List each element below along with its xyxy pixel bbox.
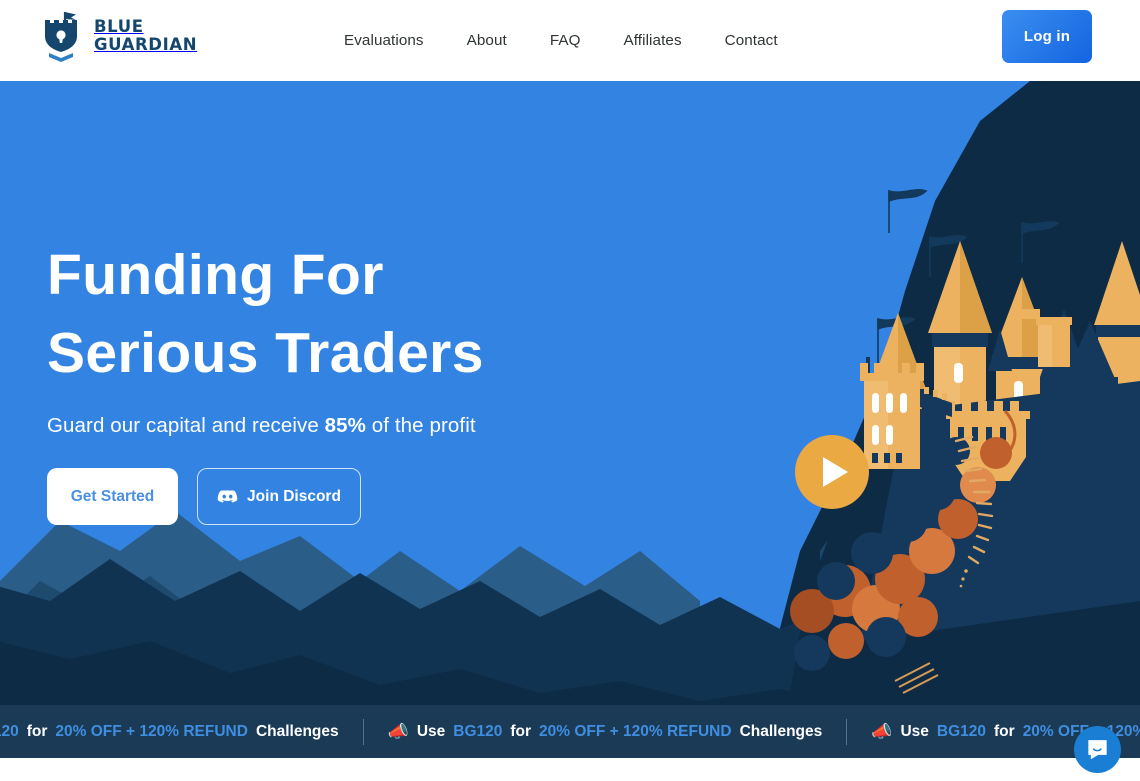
nav-item-affiliates[interactable]: Affiliates bbox=[624, 32, 682, 49]
join-discord-button[interactable]: Join Discord bbox=[197, 468, 361, 525]
ticker-suffix: Challenges bbox=[255, 722, 339, 740]
brand-line-2: GUARDIAN bbox=[94, 35, 198, 54]
promo-code: BG120 bbox=[936, 722, 987, 740]
chat-widget-button[interactable] bbox=[1074, 726, 1121, 773]
promo-ticker-banner: 📣 Use BG120 for 20% OFF + 120% REFUND Ch… bbox=[0, 705, 1140, 758]
hero-cta-row: Get Started Join Discord bbox=[47, 468, 484, 525]
ticker-middle: for bbox=[26, 722, 48, 740]
ticker-prefix: Use bbox=[900, 722, 929, 740]
chat-bubble-icon bbox=[1088, 740, 1107, 760]
login-button[interactable]: Log in bbox=[1002, 10, 1092, 63]
primary-nav: Evaluations About FAQ Affiliates Contact bbox=[344, 0, 778, 81]
promo-offer: 20% OFF + 120% REFUND bbox=[539, 722, 732, 740]
brand-logo-link[interactable]: BLUE GUARDIAN bbox=[41, 9, 197, 63]
join-discord-label: Join Discord bbox=[247, 487, 341, 505]
ticker-middle: for bbox=[510, 722, 532, 740]
play-icon bbox=[822, 457, 848, 487]
ticker-middle: for bbox=[994, 722, 1015, 740]
ticker-track: 📣 Use BG120 for 20% OFF + 120% REFUND Ch… bbox=[0, 718, 1140, 745]
ticker-prefix: Use bbox=[416, 722, 446, 740]
shield-castle-keyhole-icon bbox=[45, 12, 77, 62]
hero-section: Funding For Serious Traders Guard our ca… bbox=[0, 81, 1140, 705]
ticker-suffix: Challenges bbox=[739, 722, 823, 740]
brand-wordmark: BLUE GUARDIAN bbox=[94, 18, 197, 54]
nav-item-about[interactable]: About bbox=[467, 32, 507, 49]
hero-headline: Funding For Serious Traders bbox=[47, 243, 484, 385]
subhead-suffix: of the profit bbox=[365, 414, 476, 437]
hero-subheadline: Guard our capital and receive 85% of the… bbox=[47, 414, 484, 438]
megaphone-icon: 📣 bbox=[871, 721, 893, 741]
promo-code: BG120 bbox=[0, 722, 19, 740]
nav-item-contact[interactable]: Contact bbox=[725, 32, 778, 49]
megaphone-icon: 📣 bbox=[387, 721, 409, 741]
subhead-profit-split: 85% bbox=[324, 414, 366, 437]
landing-page: BLUE GUARDIAN Evaluations About FAQ Affi… bbox=[0, 0, 1140, 781]
brand-line-1: BLUE bbox=[94, 17, 144, 36]
top-navbar: BLUE GUARDIAN Evaluations About FAQ Affi… bbox=[0, 0, 1140, 81]
get-started-button[interactable]: Get Started bbox=[47, 468, 178, 525]
nav-item-evaluations[interactable]: Evaluations bbox=[344, 32, 424, 49]
promo-code: BG120 bbox=[453, 722, 503, 740]
nav-item-faq[interactable]: FAQ bbox=[550, 32, 581, 49]
discord-icon bbox=[217, 489, 238, 503]
subhead-prefix: Guard our capital and receive bbox=[47, 414, 325, 437]
ticker-item[interactable]: 📣 Use BG120 for 20% OFF + 120% REFUND Ch… bbox=[364, 722, 847, 742]
ticker-item[interactable]: 📣 Use BG120 for 20% OFF + 120% REFUND Ch… bbox=[0, 722, 363, 742]
hero-copy: Funding For Serious Traders Guard our ca… bbox=[47, 236, 484, 525]
play-video-button[interactable] bbox=[795, 435, 869, 509]
promo-offer: 20% OFF + 120% REFUND bbox=[55, 722, 248, 740]
